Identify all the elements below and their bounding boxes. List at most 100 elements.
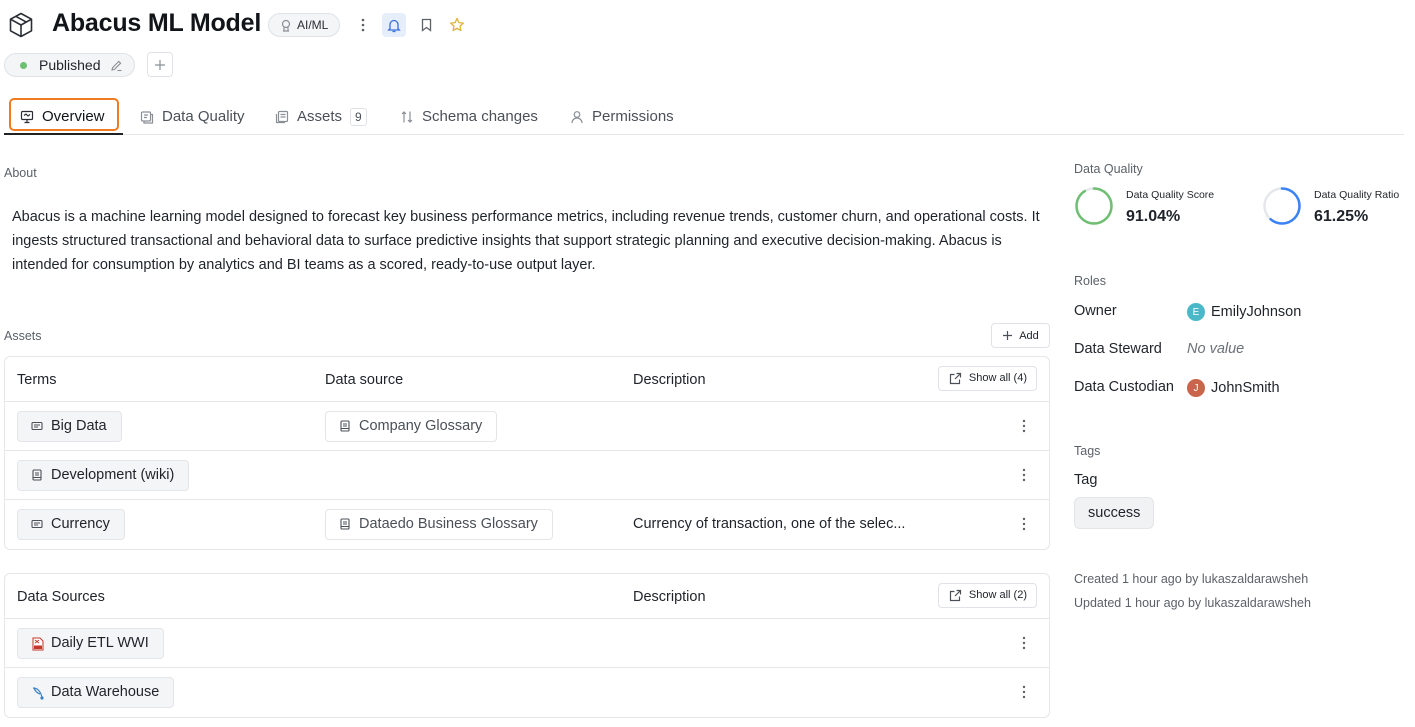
vertical-dots-icon [1022,517,1026,531]
role-value[interactable]: E EmilyJohnson [1187,303,1301,321]
show-all-sources-button[interactable]: Show all (2) [937,583,1037,608]
about-description: Abacus is a machine learning model desig… [12,209,1040,273]
schema-changes-icon [401,110,413,123]
vertical-dots-icon [1022,685,1026,699]
ratio-ring [1263,187,1301,225]
star-icon [450,17,464,32]
ssis-icon [32,637,44,651]
permissions-icon [571,110,583,123]
table-row: Daily ETL WWI [5,619,1049,668]
term-name: Currency [51,516,110,532]
overview-icon [20,110,34,123]
type-badge-label: AI/ML [297,18,329,32]
column-header-terms: Terms [17,372,57,388]
tab-label: Overview [42,108,105,125]
add-asset-button[interactable]: Add [991,323,1050,348]
ratio-value: 61.25% [1314,208,1369,225]
about-section-label: About [4,166,37,180]
data-quality-section-label: Data Quality [1074,162,1143,176]
page-header: Abacus ML Model AI/ML [0,0,1415,50]
roles-section-label: Roles [1074,274,1106,288]
data-source-chip[interactable]: Daily ETL WWI [17,628,164,659]
table-row: Data Warehouse [5,668,1049,717]
tab-overview[interactable]: Overview [20,99,105,134]
role-value[interactable]: J JohnSmith [1187,379,1280,397]
role-name: Owner [1074,303,1117,319]
row-menu-button[interactable] [1019,515,1029,533]
role-name: Data Steward [1074,341,1162,357]
type-badge[interactable]: AI/ML [268,13,341,37]
row-menu-button[interactable] [1019,634,1029,652]
edit-icon[interactable] [110,59,123,72]
bookmark-button[interactable] [414,13,438,37]
active-tab-indicator [4,133,123,135]
avatar: J [1187,379,1205,397]
external-link-icon [949,372,962,385]
updated-info: Updated 1 hour ago by lukaszaldarawsheh [1074,596,1311,610]
database-icon [32,687,44,700]
wiki-icon [32,469,42,481]
score-value: 91.04% [1126,208,1181,225]
column-header-description: Description [633,372,706,388]
term-icon [31,519,43,529]
show-all-label: Show all (4) [968,372,1027,384]
terms-table: Terms Data source Description Show all (… [4,356,1050,550]
tab-bar: Overview Data Quality Assets 9 Schema ch… [4,98,1404,135]
bell-icon [387,19,401,32]
term-chip[interactable]: Currency [17,509,125,540]
status-badge[interactable]: Published [4,53,136,77]
data-source-chip[interactable]: Data Warehouse [17,677,175,708]
table-row: Currency Dataedo Business Glossary Curre… [5,500,1049,549]
vertical-dots-icon [1022,419,1026,433]
cube-icon [9,12,33,38]
tab-label: Permissions [592,108,674,125]
data-source-chip[interactable]: Dataedo Business Glossary [325,509,553,540]
role-user-name: JohnSmith [1211,380,1280,396]
favorite-button[interactable] [445,13,469,37]
term-chip[interactable]: Development (wiki) [17,460,190,491]
row-menu-button[interactable] [1019,417,1029,435]
show-all-terms-button[interactable]: Show all (4) [937,366,1037,391]
ratio-label: Data Quality Ratio [1314,189,1400,201]
column-header-data-sources: Data Sources [17,589,105,605]
vertical-dots-icon [1022,636,1026,650]
table-header: Terms Data source Description Show all (… [5,357,1049,402]
vertical-dots-icon [1022,468,1026,482]
status-label: Published [39,57,101,73]
tab-assets[interactable]: Assets 9 [275,99,367,134]
data-source-chip[interactable]: Company Glossary [325,411,498,442]
add-button[interactable] [147,52,173,77]
column-header-description: Description [633,589,706,605]
more-options-button[interactable] [351,13,375,37]
table-header: Data Sources Description Show all (2) [5,574,1049,619]
score-label: Data Quality Score [1126,189,1215,201]
tab-label: Data Quality [162,108,245,125]
glossary-icon [340,518,350,530]
assets-count-badge: 9 [350,107,367,126]
tag-chip[interactable]: success [1074,497,1155,529]
data-quality-icon [140,110,154,124]
role-name: Data Custodian [1074,379,1174,395]
data-source-name: Company Glossary [359,418,483,434]
term-description: Currency of transaction, one of the sele… [633,516,906,532]
tag-group-name: Tag [1074,472,1098,488]
role-value[interactable]: No value [1187,341,1244,357]
role-user-name: EmilyJohnson [1211,304,1302,320]
notifications-button[interactable] [382,13,406,37]
tab-permissions[interactable]: Permissions [570,99,674,134]
show-all-label: Show all (2) [968,589,1027,601]
tab-schema-changes[interactable]: Schema changes [400,99,538,134]
status-dot [20,62,27,69]
tab-data-quality[interactable]: Data Quality [140,99,245,134]
table-row: Development (wiki) [5,451,1049,500]
created-info: Created 1 hour ago by lukaszaldarawsheh [1074,572,1309,586]
page-title: Abacus ML Model [52,9,262,37]
term-icon [31,421,43,431]
term-chip[interactable]: Big Data [17,411,122,442]
row-menu-button[interactable] [1019,466,1029,484]
data-source-name: Dataedo Business Glossary [359,516,538,532]
table-row: Big Data Company Glossary [5,402,1049,451]
add-asset-label: Add [1019,329,1039,342]
row-menu-button[interactable] [1019,683,1029,701]
data-sources-table: Data Sources Description Show all (2) Da… [4,573,1050,718]
